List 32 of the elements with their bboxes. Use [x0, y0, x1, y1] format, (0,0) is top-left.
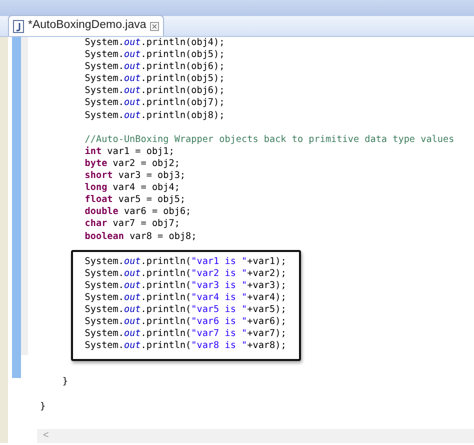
- code-line: boolean var8 = obj8;: [84, 230, 198, 243]
- code-line: System.out.println("var7 is "+var7);: [84, 328, 288, 340]
- code-line: int var1 = obj1;: [84, 146, 176, 158]
- code-line: System.out.println(obj7);: [84, 97, 226, 110]
- code-line: System.out.println("var4 is "+var4);: [84, 292, 288, 304]
- code-line: byte var2 = obj2;: [84, 158, 181, 170]
- code-line: System.out.println("var5 is "+var5);: [84, 304, 288, 316]
- code-line: System.out.println(obj5);: [84, 73, 226, 86]
- code-line: }: [61, 376, 69, 389]
- code-line: char var7 = obj7;: [84, 218, 181, 230]
- code-line: System.out.println("var8 is "+var8);: [84, 340, 288, 352]
- code-line: System.out.println("var2 is "+var2);: [84, 268, 288, 280]
- code-line: System.out.println("var3 is "+var3);: [84, 280, 288, 292]
- code-line: //Auto-UnBoxing Wrapper objects back to primitive data type values: [84, 134, 456, 146]
- code-line: long var4 = obj4;: [84, 182, 181, 194]
- code-line: float var5 = obj5;: [84, 194, 187, 206]
- editor-tab[interactable]: *AutoBoxingDemo.java: [8, 15, 164, 36]
- code-line: System.out.println(obj6);: [84, 85, 226, 98]
- code-line: short var3 = obj3;: [84, 170, 187, 182]
- java-file-icon: [13, 20, 24, 32]
- close-icon[interactable]: [150, 22, 160, 30]
- code-line: double var6 = obj6;: [84, 206, 192, 218]
- code-line: System.out.println(obj8);: [84, 110, 226, 122]
- scroll-left-arrow[interactable]: <: [43, 430, 49, 441]
- code-line: System.out.println(obj6);: [84, 61, 226, 74]
- code-line: }: [40, 400, 47, 413]
- code-line: System.out.println(obj5);: [84, 49, 226, 62]
- horizontal-scrollbar[interactable]: <: [37, 429, 474, 443]
- code-line: System.out.println("var1 is "+var1);: [84, 256, 288, 268]
- code-line: System.out.println(obj4);: [84, 37, 226, 50]
- code-line: System.out.println("var6 is "+var6);: [84, 316, 288, 328]
- tab-title: *AutoBoxingDemo.java: [28, 18, 146, 34]
